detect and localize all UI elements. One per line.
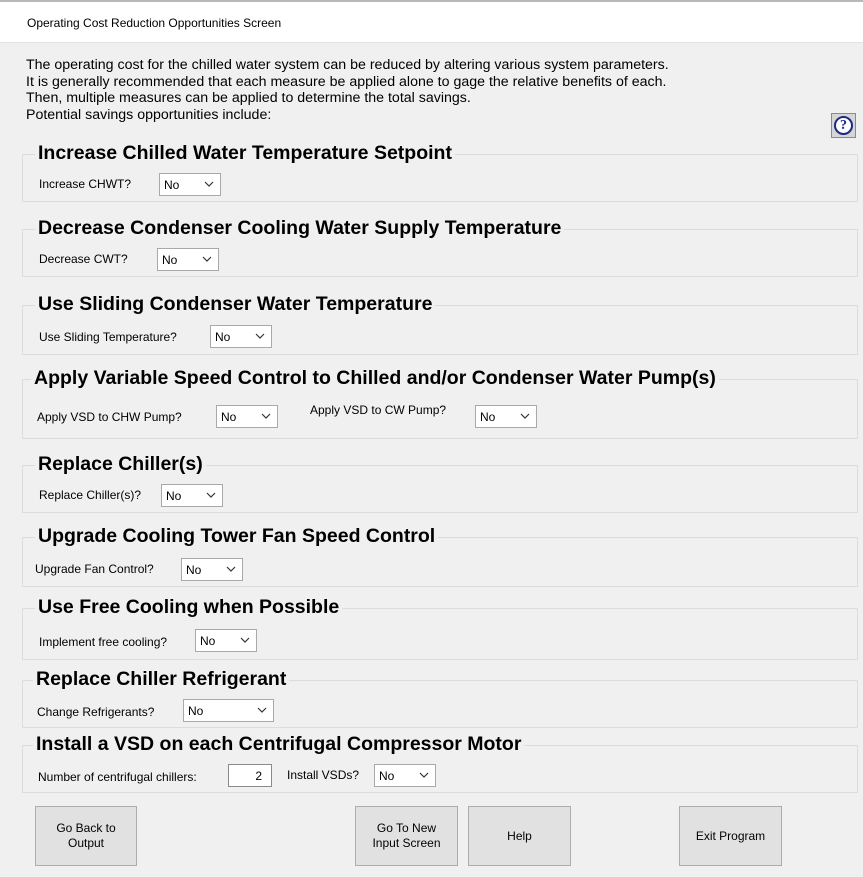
free-cooling-label: Implement free cooling? [39, 635, 168, 649]
group-decrease-cwt: Decrease Condenser Cooling Water Supply … [22, 216, 858, 277]
replace-chiller-label: Replace Chiller(s)? [39, 488, 142, 502]
group-title: Use Free Cooling when Possible [35, 595, 343, 619]
vsd-chw-pump-label: Apply VSD to CHW Pump? [37, 410, 182, 424]
chevron-down-icon [520, 413, 530, 419]
chevron-down-icon [204, 181, 214, 187]
chevron-down-icon [202, 256, 212, 262]
group-cooling-tower: Upgrade Cooling Tower Fan Speed Control … [22, 524, 858, 587]
vsd-cw-pump-select[interactable]: No [475, 405, 537, 428]
centrifugal-chillers-label: Number of centrifugal chillers: [38, 770, 197, 784]
new-input-screen-button[interactable]: Go To New Input Screen [355, 806, 458, 866]
replace-chiller-select[interactable]: No [161, 484, 223, 507]
chevron-down-icon [261, 413, 271, 419]
select-value: No [215, 330, 231, 344]
group-title: Install a VSD on each Centrifugal Compre… [33, 732, 525, 756]
upgrade-fan-control-select[interactable]: No [181, 558, 243, 581]
decrease-cwt-select[interactable]: No [157, 248, 219, 271]
title-bar: Operating Cost Reduction Opportunities S… [0, 2, 863, 43]
install-vsds-select[interactable]: No [374, 764, 436, 787]
sliding-temperature-select[interactable]: No [210, 325, 272, 348]
chevron-down-icon [226, 566, 236, 572]
decrease-cwt-label: Decrease CWT? [39, 252, 128, 266]
vsd-cw-pump-label: Apply VSD to CW Pump? [310, 403, 447, 417]
chevron-down-icon [257, 707, 267, 713]
increase-chwt-select[interactable]: No [159, 173, 221, 196]
select-value: No [188, 704, 204, 718]
change-refrigerants-label: Change Refrigerants? [37, 705, 155, 719]
centrifugal-chillers-input[interactable]: 2 [228, 764, 272, 787]
help-icon-button[interactable]: ? [831, 113, 856, 138]
group-title: Decrease Condenser Cooling Water Supply … [35, 216, 565, 240]
group-title: Replace Chiller Refrigerant [33, 667, 290, 691]
select-value: No [162, 253, 178, 267]
group-title: Use Sliding Condenser Water Temperature [35, 292, 436, 316]
group-vsd-pumps: Apply Variable Speed Control to Chilled … [22, 366, 858, 439]
help-button[interactable]: Help [468, 806, 571, 866]
install-vsds-label: Install VSDs? [287, 768, 360, 782]
intro-text: The operating cost for the chilled water… [26, 57, 669, 123]
group-title: Replace Chiller(s) [35, 452, 206, 476]
group-replace-chiller: Replace Chiller(s) Replace Chiller(s)? N… [22, 452, 858, 513]
increase-chwt-label: Increase CHWT? [39, 177, 132, 191]
intro-line: Then, multiple measures can be applied t… [26, 90, 471, 106]
chevron-down-icon [206, 492, 216, 498]
group-refrigerant: Replace Chiller Refrigerant Change Refri… [22, 667, 858, 728]
group-free-cooling: Use Free Cooling when Possible Implement… [22, 595, 858, 660]
group-compressor-vsd: Install a VSD on each Centrifugal Compre… [22, 732, 858, 793]
chevron-down-icon [255, 333, 265, 339]
free-cooling-select[interactable]: No [195, 629, 257, 652]
intro-line: The operating cost for the chilled water… [26, 57, 669, 73]
go-back-button[interactable]: Go Back to Output [35, 806, 137, 866]
chevron-down-icon [240, 637, 250, 643]
select-value: No [200, 634, 216, 648]
change-refrigerants-select[interactable]: No [183, 699, 274, 722]
chevron-down-icon [419, 772, 429, 778]
group-increase-chwt: Increase Chilled Water Temperature Setpo… [22, 141, 858, 202]
group-sliding-temperature: Use Sliding Condenser Water Temperature … [22, 292, 858, 355]
select-value: No [166, 489, 182, 503]
select-value: No [221, 410, 237, 424]
group-title: Upgrade Cooling Tower Fan Speed Control [35, 524, 439, 548]
exit-program-button[interactable]: Exit Program [679, 806, 782, 866]
intro-line: It is generally recommended that each me… [26, 73, 667, 90]
window-title: Operating Cost Reduction Opportunities S… [27, 16, 282, 30]
input-value: 2 [255, 769, 262, 783]
sliding-temperature-label: Use Sliding Temperature? [39, 330, 177, 344]
vsd-chw-pump-select[interactable]: No [216, 405, 278, 428]
intro-line: Potential savings opportunities include: [26, 106, 272, 123]
select-value: No [186, 563, 202, 577]
question-mark-icon: ? [834, 116, 853, 135]
group-title: Increase Chilled Water Temperature Setpo… [35, 141, 455, 165]
upgrade-fan-control-label: Upgrade Fan Control? [35, 562, 154, 576]
select-value: No [164, 178, 180, 192]
select-value: No [480, 410, 496, 424]
group-title: Apply Variable Speed Control to Chilled … [31, 366, 719, 390]
select-value: No [379, 769, 395, 783]
